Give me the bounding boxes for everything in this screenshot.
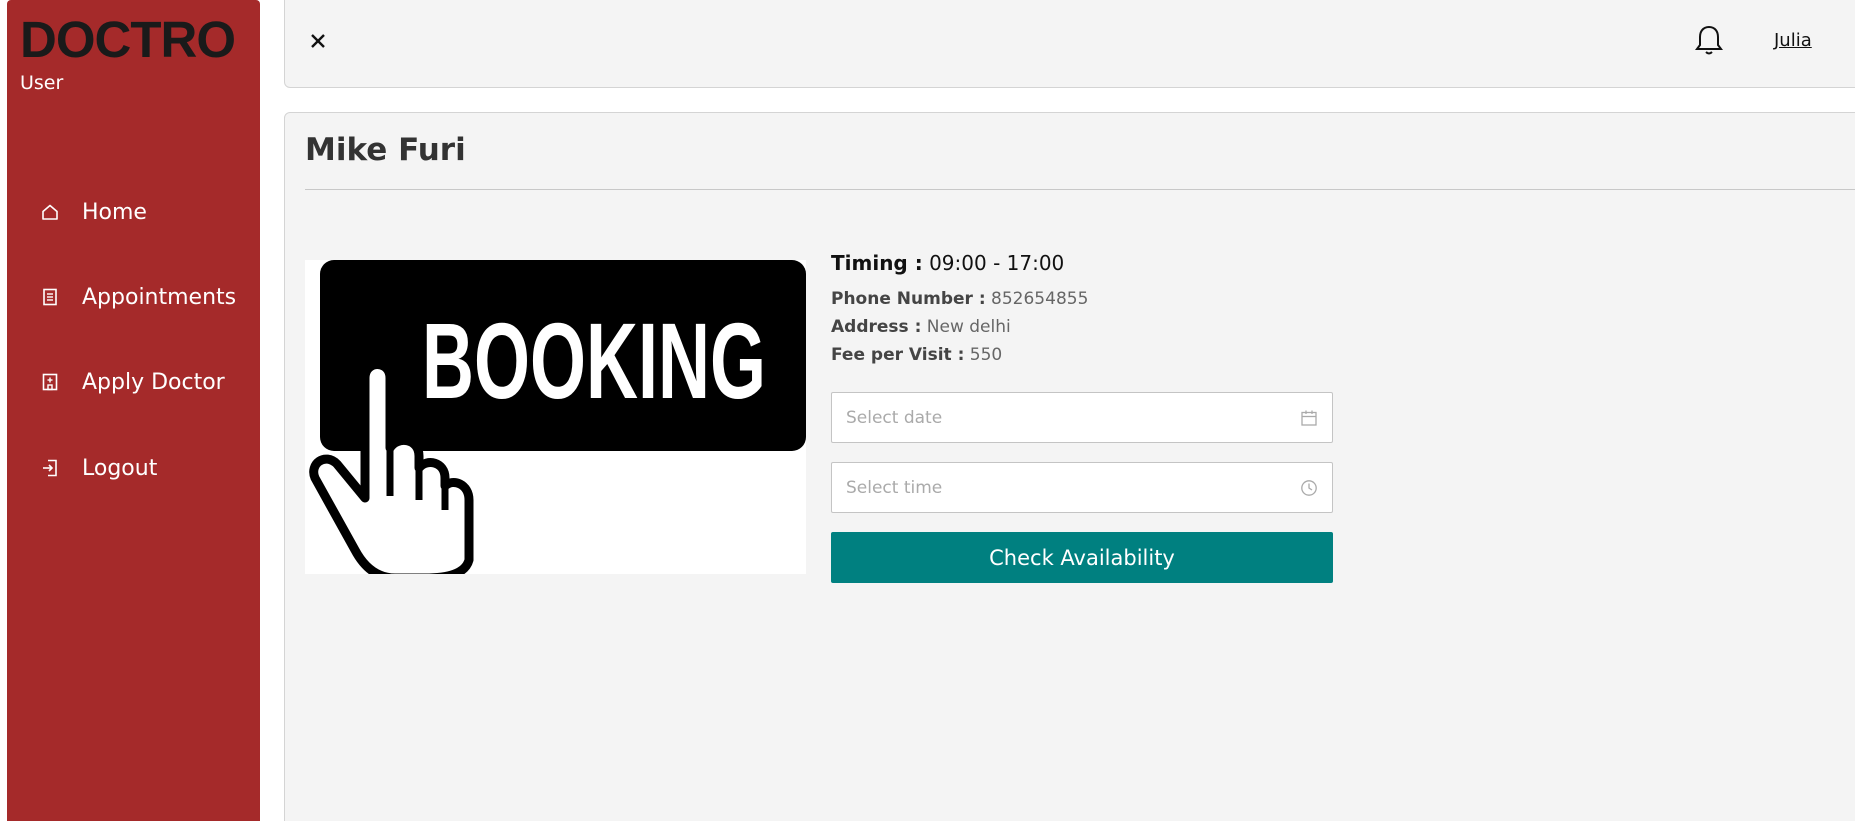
- sidebar-item-apply-doctor[interactable]: Apply Doctor: [7, 362, 260, 402]
- sidebar-item-label: Logout: [82, 456, 158, 481]
- fee-label: Fee per Visit :: [831, 345, 965, 365]
- timing-value: 09:00 - 17:00: [929, 251, 1065, 275]
- address-row: Address : New delhi: [831, 317, 1351, 337]
- sidebar: DOCTRO User Home Appointments Apply Doct…: [7, 0, 260, 821]
- booking-image: BOOKING: [305, 260, 806, 574]
- phone-value: 852654855: [991, 289, 1089, 309]
- timing-row: Timing : 09:00 - 17:00: [831, 251, 1351, 275]
- sidebar-item-label: Apply Doctor: [82, 370, 225, 395]
- date-picker[interactable]: [831, 392, 1333, 443]
- divider: [305, 189, 1855, 190]
- fee-row: Fee per Visit : 550: [831, 345, 1351, 365]
- clock-icon: [1301, 480, 1317, 496]
- check-availability-button[interactable]: Check Availability: [831, 532, 1333, 583]
- bell-icon[interactable]: [1693, 24, 1725, 58]
- fee-value: 550: [969, 345, 1003, 365]
- time-input[interactable]: [846, 475, 1286, 501]
- brand-logo: DOCTRO: [20, 11, 236, 68]
- booking-illustration: BOOKING: [309, 260, 806, 574]
- time-picker[interactable]: [831, 462, 1333, 513]
- doctor-info: Timing : 09:00 - 17:00 Phone Number : 85…: [831, 251, 1351, 365]
- hospital-icon: [42, 373, 58, 391]
- doctor-booking-panel: Mike Furi BOOKING Timing : 09:00 - 17:00…: [284, 112, 1855, 821]
- home-icon: [42, 204, 58, 220]
- sidebar-item-home[interactable]: Home: [7, 192, 260, 232]
- sidebar-item-label: Home: [82, 200, 147, 225]
- top-header: Julia: [284, 0, 1855, 88]
- phone-row: Phone Number : 852654855: [831, 289, 1351, 309]
- sidebar-item-label: Appointments: [82, 285, 237, 310]
- phone-label: Phone Number :: [831, 289, 986, 309]
- calendar-icon: [1301, 410, 1317, 426]
- page-title: Mike Furi: [305, 132, 466, 168]
- sidebar-item-appointments[interactable]: Appointments: [7, 277, 260, 317]
- date-input[interactable]: [846, 405, 1286, 431]
- timing-label: Timing :: [831, 251, 923, 275]
- address-label: Address :: [831, 317, 922, 337]
- user-role: User: [20, 72, 64, 94]
- document-icon: [43, 288, 57, 306]
- booking-image-text: BOOKING: [422, 300, 766, 421]
- user-name-link[interactable]: Julia: [1774, 30, 1812, 51]
- logout-icon: [43, 459, 57, 477]
- app-root: DOCTRO User Home Appointments Apply Doct…: [0, 0, 1855, 821]
- close-icon[interactable]: [303, 26, 333, 56]
- sidebar-item-logout[interactable]: Logout: [7, 448, 260, 488]
- address-value: New delhi: [926, 317, 1011, 337]
